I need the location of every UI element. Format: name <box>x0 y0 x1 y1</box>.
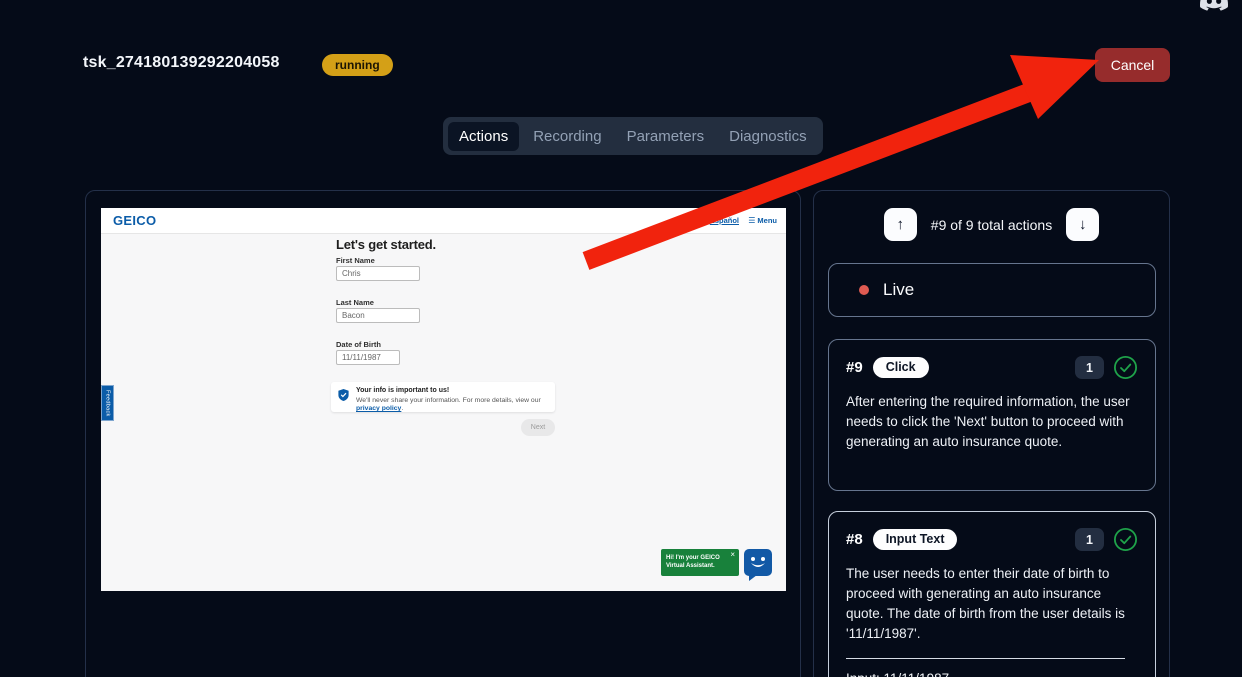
last-name-label: Last Name <box>336 298 374 307</box>
action-pager: ↑ #9 of 9 total actions ↓ <box>814 208 1169 241</box>
privacy-policy-link: privacy policy <box>356 405 401 412</box>
page-title: tsk_274180139292204058 <box>83 54 280 72</box>
action-card-header: #8 Input Text 1 <box>846 527 1138 552</box>
tab-actions[interactable]: Actions <box>448 122 519 151</box>
browser-screenshot[interactable]: GEICO Español ☰Menu Let's get started. F… <box>101 208 786 591</box>
privacy-body: We'll never share your information. For … <box>356 397 550 413</box>
scroll-down-button[interactable]: ↓ <box>1066 208 1099 241</box>
geico-form-heading: Let's get started. <box>336 237 436 252</box>
discord-icon[interactable] <box>1200 0 1228 14</box>
action-count-badge: 1 <box>1075 528 1104 551</box>
actions-panel: ↑ #9 of 9 total actions ↓ Live #9 Click … <box>813 190 1170 677</box>
feedback-tab: Feedback <box>101 385 114 421</box>
feedback-tab-label: Feedback <box>105 390 111 417</box>
tab-recording[interactable]: Recording <box>522 122 612 151</box>
live-label: Live <box>883 280 914 300</box>
action-card-header: #9 Click 1 <box>846 355 1138 380</box>
browser-preview-panel: GEICO Español ☰Menu Let's get started. F… <box>85 190 801 677</box>
dob-label: Date of Birth <box>336 340 381 349</box>
geico-logo: GEICO <box>113 213 156 228</box>
tab-bar: Actions Recording Parameters Diagnostics <box>443 117 823 155</box>
card-divider <box>846 658 1125 659</box>
hamburger-icon: ☰ <box>748 216 755 225</box>
chat-bubble-icon <box>743 548 773 581</box>
assistant-tooltip-text: Hi! I'm your GEICO Virtual Assistant. <box>666 554 726 570</box>
last-name-field <box>336 308 420 323</box>
next-button: Next <box>521 419 555 436</box>
action-index: #8 <box>846 531 863 548</box>
first-name-field <box>336 266 420 281</box>
action-card-9[interactable]: #9 Click 1 After entering the required i… <box>828 339 1156 491</box>
geico-site-header: GEICO Español ☰Menu <box>101 208 786 234</box>
action-type-badge: Click <box>873 357 929 378</box>
action-card-8[interactable]: #8 Input Text 1 The user needs to enter … <box>828 511 1156 677</box>
action-counter: #9 of 9 total actions <box>931 217 1052 233</box>
action-description: The user needs to enter their date of bi… <box>846 564 1138 644</box>
check-circle-icon <box>1113 355 1138 380</box>
action-index: #9 <box>846 359 863 376</box>
action-input-value: Input: 11/11/1987 <box>846 671 1138 677</box>
privacy-notice: Your info is important to us! We'll neve… <box>331 382 555 412</box>
action-count-badge: 1 <box>1075 356 1104 379</box>
live-dot-icon <box>859 285 869 295</box>
status-badge: running <box>322 54 393 76</box>
scroll-up-button[interactable]: ↑ <box>884 208 917 241</box>
task-monitor-app: tsk_274180139292204058 running Cancel Ac… <box>0 0 1242 677</box>
action-type-badge: Input Text <box>873 529 958 550</box>
close-icon: × <box>730 550 735 559</box>
menu-link: ☰Menu <box>748 216 777 225</box>
action-description: After entering the required information,… <box>846 392 1138 452</box>
shield-check-icon <box>338 389 349 401</box>
espanol-link: Español <box>710 216 739 225</box>
dob-field <box>336 350 400 365</box>
privacy-title: Your info is important to us! <box>356 387 449 394</box>
check-circle-icon <box>1113 527 1138 552</box>
tab-parameters[interactable]: Parameters <box>616 122 716 151</box>
first-name-label: First Name <box>336 256 375 265</box>
live-view-item[interactable]: Live <box>828 263 1156 317</box>
tab-diagnostics[interactable]: Diagnostics <box>718 122 818 151</box>
cancel-button[interactable]: Cancel <box>1095 48 1170 82</box>
assistant-tooltip: Hi! I'm your GEICO Virtual Assistant. × <box>661 549 739 576</box>
